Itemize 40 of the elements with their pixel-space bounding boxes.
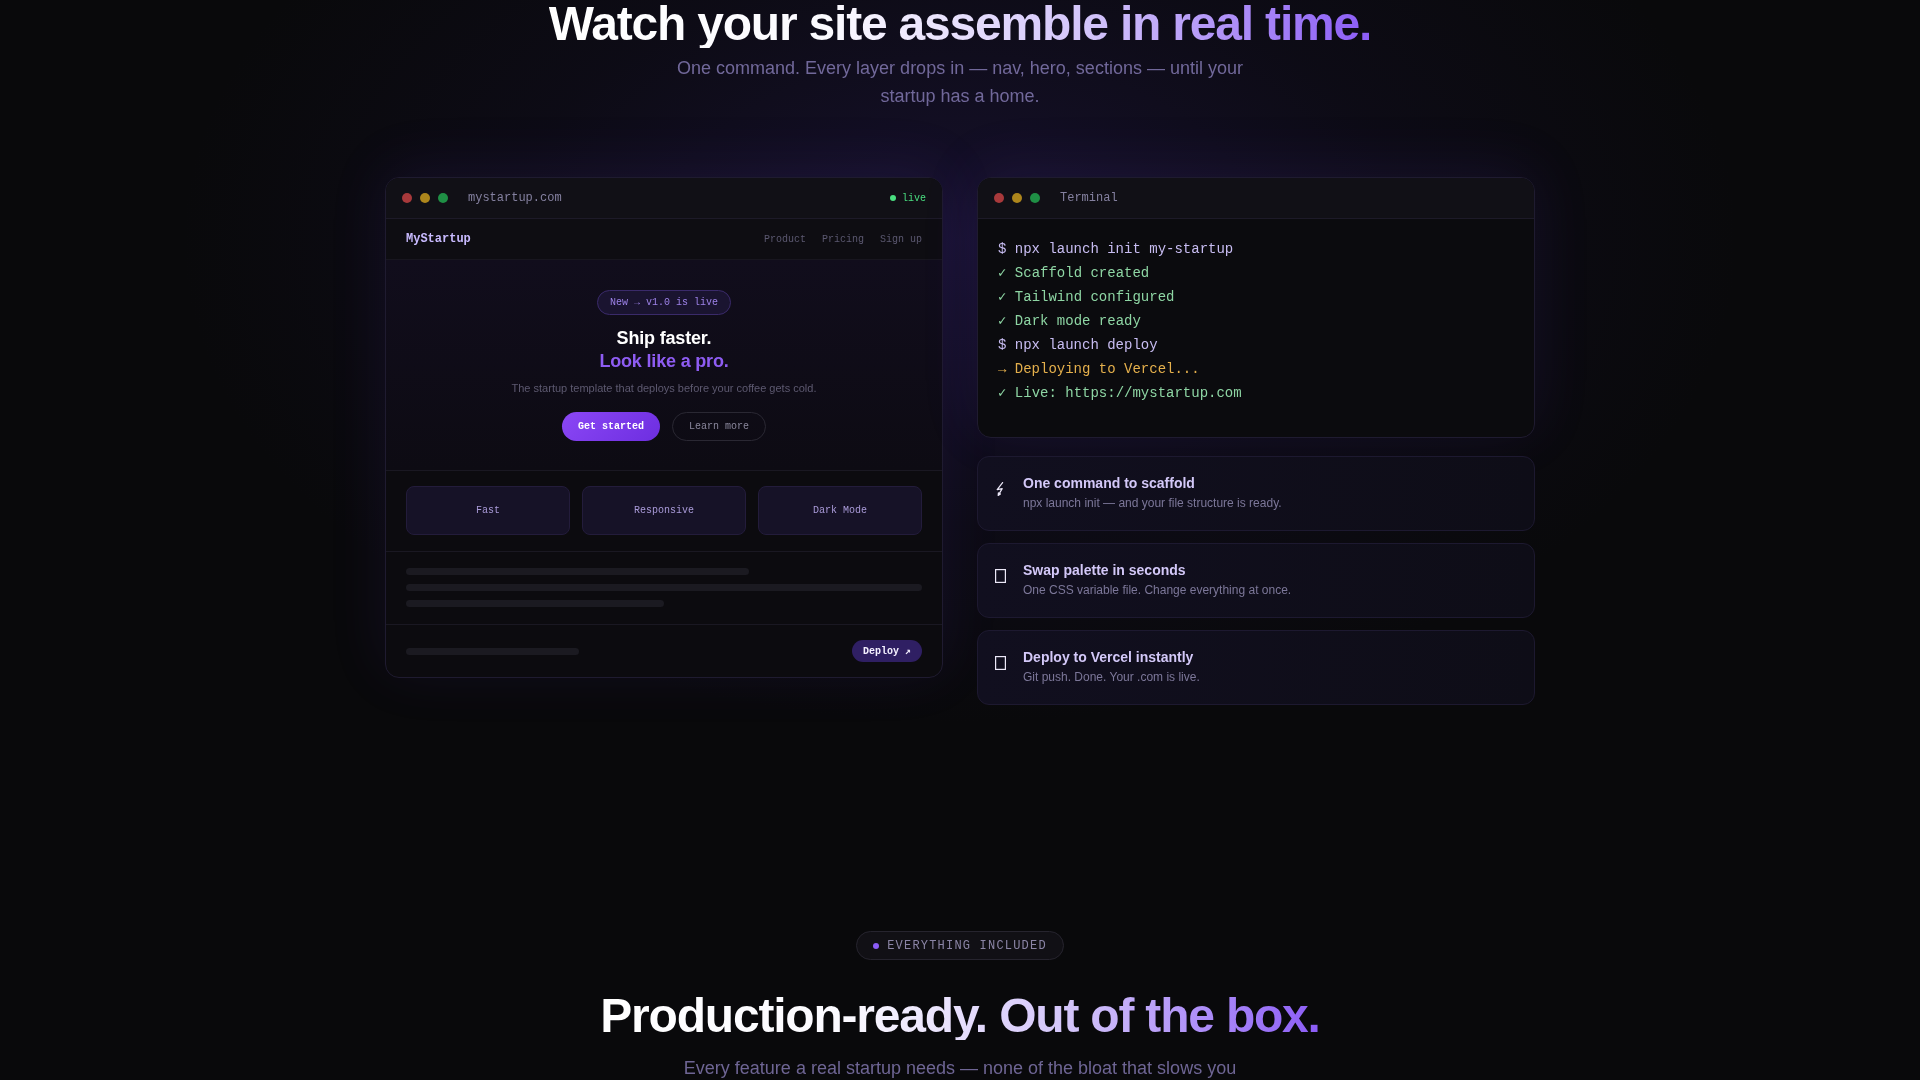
- page-subtitle: One command. Every layer drops in — nav, hero, sections — until your startup has a home.: [676, 57, 1244, 108]
- get-started-button[interactable]: Get started: [562, 412, 660, 441]
- terminal-line: ✓ Tailwind configured: [998, 288, 1176, 307]
- terminal-title: Terminal: [1060, 191, 1118, 205]
- empty-rectangle-icon: [995, 569, 1006, 583]
- window-dot-icon: [1012, 193, 1022, 203]
- terminal-line: → Deploying to Vercel...: [998, 360, 1201, 379]
- feature-description: One CSS variable file. Change everything at once.: [1023, 582, 1292, 599]
- window-dot-icon: [420, 193, 430, 203]
- feature-description: npx launch init — and your file structure is ready.: [1023, 495, 1282, 512]
- feature-tile: Fast: [406, 486, 570, 535]
- window-dot-icon: [438, 193, 448, 203]
- terminal-line: $ npx launch deploy: [998, 336, 1159, 355]
- feature-tile: Dark Mode: [758, 486, 922, 535]
- hero-headline: Ship faster.: [616, 327, 712, 350]
- announcement-badge: New → v1.0 is live: [597, 290, 731, 315]
- window-dot-icon: [1030, 193, 1040, 203]
- terminal-line: ✓ Scaffold created: [998, 264, 1151, 283]
- empty-rectangle-icon: [995, 656, 1006, 670]
- terminal-line: $ npx launch init my-startup: [998, 240, 1235, 259]
- hero-headline-accent: Look like a pro.: [599, 349, 729, 372]
- eyebrow-label: EVERYTHING INCLUDED: [887, 938, 1047, 953]
- window-dot-icon: [994, 193, 1004, 203]
- window-dot-icon: [402, 193, 412, 203]
- status-dot-icon: [890, 195, 896, 201]
- hero-description: The startup template that deploys before your coffee gets cold.: [511, 381, 817, 396]
- status-label: live: [902, 192, 926, 204]
- brand-name: MyStartup: [406, 232, 471, 246]
- deploy-button[interactable]: Deploy ↗: [851, 640, 922, 662]
- lightning-icon: [995, 482, 1006, 496]
- feature-title: Deploy to Vercel instantly: [1023, 648, 1195, 666]
- section-subtitle: Every feature a real startup needs — none of the bloat that slows you: [683, 1058, 1237, 1078]
- terminal-line: ✓ Live: https://mystartup.com: [998, 384, 1243, 403]
- bullet-dot-icon: [873, 942, 880, 949]
- terminal-line: ✓ Dark mode ready: [998, 312, 1142, 331]
- feature-description: Git push. Done. Your .com is live.: [1023, 669, 1200, 686]
- page-url: mystartup.com: [468, 191, 562, 205]
- feature-title: Swap palette in seconds: [1023, 561, 1187, 579]
- feature-tile: Responsive: [582, 486, 746, 535]
- feature-title: One command to scaffold: [1023, 474, 1196, 492]
